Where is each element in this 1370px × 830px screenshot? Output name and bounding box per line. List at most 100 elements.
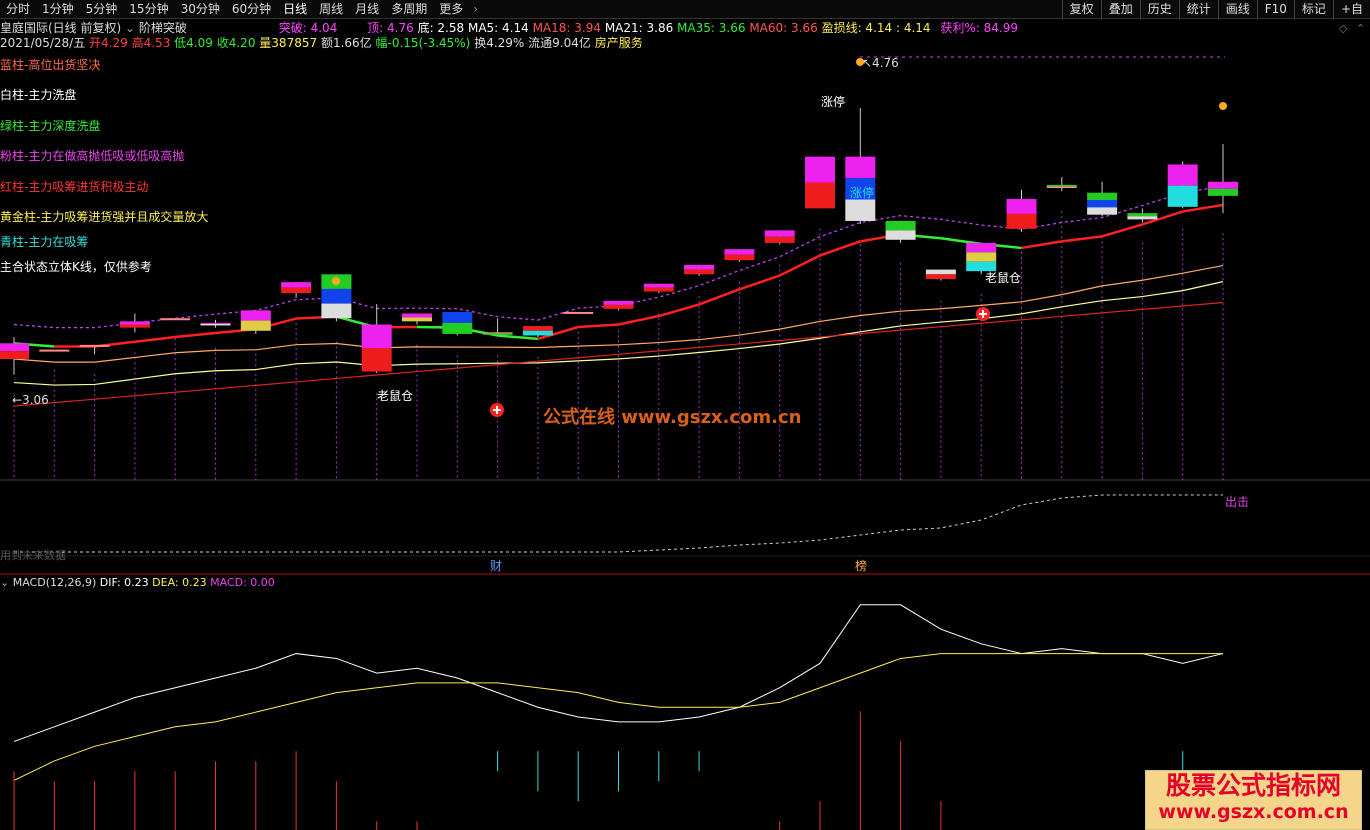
- candle-body: [0, 351, 29, 360]
- ma5-segment: [698, 288, 740, 306]
- macd-title: MACD(12,26,9): [12, 576, 97, 589]
- candle-body: [1167, 185, 1198, 207]
- candle-body: [200, 323, 231, 326]
- macd-dif: DIF: 0.23: [99, 576, 149, 589]
- ma5-segment: [134, 335, 176, 343]
- ma5-segment: [658, 303, 700, 318]
- candle-body: [1006, 213, 1037, 229]
- candle-body: [240, 320, 271, 331]
- candle-body: [684, 269, 715, 275]
- ma5-segment: [779, 254, 821, 277]
- ma21-line: [13, 281, 1224, 386]
- site-badge: 股票公式指标网 www.gszx.com.cn: [1145, 770, 1362, 830]
- exit-signal-label: 出击: [1225, 495, 1250, 509]
- legend-item-3: 粉柱-主力在做高抛低吸或低吸高抛: [0, 149, 185, 163]
- runner-icon: [1219, 102, 1227, 110]
- candle-body: [1087, 192, 1118, 201]
- ma5-segment: [1021, 240, 1063, 250]
- mouse-warehouse-label-2: 老鼠仓: [985, 271, 1021, 285]
- ma5-segment: [175, 331, 216, 339]
- legend-item-7: 主合状态立体K线，仅供参考: [0, 260, 152, 274]
- ma5-segment: [497, 334, 539, 341]
- candle-body: [1127, 216, 1158, 220]
- candle-body: [885, 220, 916, 231]
- legend-item-5: 黄金柱-主力吸筹进货强并且成交量放大: [0, 210, 209, 224]
- legend-item-1: 白柱-主力洗盘: [0, 88, 77, 102]
- candle-body: [643, 283, 674, 288]
- candle-body: [845, 156, 876, 179]
- candle-body: [1046, 186, 1077, 189]
- macd-header: ⌄ MACD(12,26,9) DIF: 0.23 DEA: 0.23 MACD…: [0, 576, 275, 590]
- candle-body: [966, 242, 997, 253]
- candle-body: [1208, 188, 1238, 196]
- list-marker: 榜: [855, 558, 867, 573]
- candle-body: [281, 287, 312, 294]
- macd-toggle-icon[interactable]: ⌄: [0, 576, 9, 589]
- mouse-warehouse-label: 老鼠仓: [377, 389, 413, 403]
- candle-body: [1208, 181, 1238, 189]
- limit-up-label-2: 涨停: [850, 185, 874, 200]
- candle-body: [764, 236, 795, 243]
- candle-body: [1087, 207, 1118, 215]
- candle-body: [361, 348, 392, 372]
- dif-line: [13, 604, 1224, 742]
- ma5-segment: [1061, 235, 1103, 243]
- legend-item-2: 绿柱-主力深度洗盘: [0, 119, 101, 133]
- candle-body: [482, 333, 513, 335]
- candle-body: [925, 274, 956, 279]
- ma5-segment: [578, 323, 619, 329]
- candle-body: [402, 313, 432, 318]
- candle-body: [1167, 164, 1198, 186]
- profit-ratio-line: [14, 494, 1223, 553]
- high-price-label: ↖4.76: [862, 56, 899, 70]
- candle-body: [1046, 184, 1077, 187]
- ma5-segment: [618, 314, 660, 326]
- candle-body: [160, 318, 191, 321]
- candle-body: [643, 287, 674, 292]
- finance-marker: 财: [490, 559, 502, 573]
- candle-body: [1006, 198, 1037, 214]
- candle-body: [603, 304, 634, 309]
- candle-body: [563, 311, 594, 314]
- candle-body: [361, 324, 392, 349]
- candle-body: [925, 269, 956, 275]
- legend-item-6: 青柱-主力在吸筹: [0, 235, 89, 249]
- candle-body: [845, 199, 876, 221]
- candle-body: [442, 322, 473, 334]
- candle-body: [1087, 200, 1118, 208]
- candle-body: [0, 343, 29, 352]
- ma18-line: [13, 264, 1224, 363]
- candle-body: [603, 300, 634, 305]
- candle-body: [240, 310, 271, 321]
- candle-body: [402, 317, 432, 322]
- candle-body: [522, 330, 553, 336]
- ma5-segment: [738, 274, 781, 291]
- candle-body: [724, 249, 755, 255]
- candle-body: [724, 254, 755, 261]
- candle-body: [442, 311, 473, 323]
- candle-body: [805, 182, 835, 209]
- ma5-segment: [819, 240, 861, 257]
- candle-body: [119, 321, 150, 325]
- candle-body: [805, 156, 835, 183]
- candle-body: [79, 344, 110, 347]
- runner-icon: [332, 277, 340, 285]
- candle-body: [39, 349, 70, 352]
- badge-title: 股票公式指标网: [1165, 771, 1341, 800]
- macd-dea: DEA: 0.23: [152, 576, 207, 589]
- ma5-segment: [1101, 223, 1143, 238]
- legend-item-4: 红柱-主力吸筹进货积极主动: [0, 180, 149, 194]
- badge-url: www.gszx.com.cn: [1158, 801, 1349, 823]
- legend-item-0: 蓝柱-高位出货坚决: [0, 58, 101, 72]
- candle-body: [684, 264, 715, 270]
- candle-body: [119, 324, 150, 328]
- candle-body: [1127, 213, 1158, 217]
- candle-body: [321, 288, 352, 304]
- candle-body: [764, 230, 795, 237]
- limit-up-label: 涨停: [821, 94, 845, 109]
- candle-body: [966, 261, 997, 272]
- candle-body: [522, 326, 553, 331]
- candle-body: [885, 230, 916, 240]
- watermark-text: 公式在线 www.gszx.com.cn: [543, 407, 802, 428]
- low-price-label: ←3.06: [12, 393, 49, 407]
